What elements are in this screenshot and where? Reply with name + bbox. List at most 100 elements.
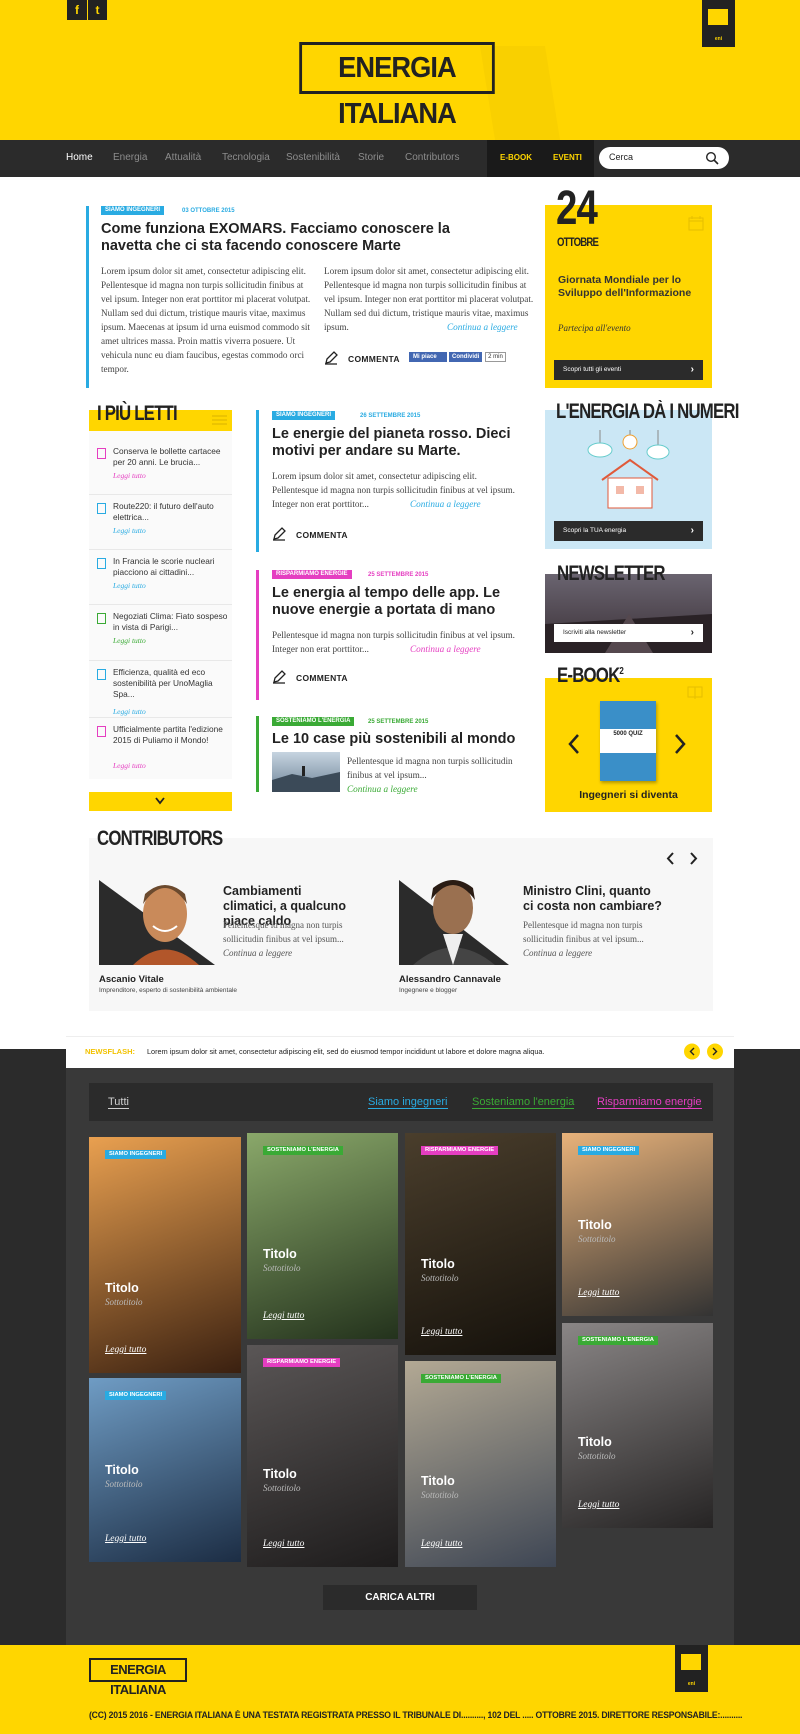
- discover-energy-button[interactable]: Scopri la TUA energia ›: [554, 521, 703, 541]
- tile-read-more-link[interactable]: Leggi tutto: [263, 1311, 304, 1321]
- nav-home[interactable]: Home: [66, 152, 93, 163]
- featured-comment-button[interactable]: COMMENTA: [348, 354, 400, 364]
- most-read-item-title[interactable]: Ufficialmente partita l'edizione 2015 di…: [113, 724, 231, 746]
- share-button[interactable]: Condividi: [449, 352, 482, 362]
- nav-eventi[interactable]: EVENTI: [553, 153, 582, 162]
- search-icon[interactable]: [705, 151, 719, 165]
- tile-title[interactable]: Titolo: [263, 1467, 297, 1481]
- most-read-item-title[interactable]: In Francia le scorie nucleari piacciono …: [113, 556, 231, 578]
- contributor-2-headline[interactable]: Ministro Clini, quanto ci costa non camb…: [523, 884, 663, 914]
- most-read-item-link[interactable]: Leggi tutto: [113, 581, 146, 590]
- archive-tile[interactable]: [247, 1133, 398, 1339]
- most-read-item-link[interactable]: Leggi tutto: [113, 471, 146, 480]
- load-more-button[interactable]: CARICA ALTRI: [323, 1585, 477, 1610]
- most-read-item-link[interactable]: Leggi tutto: [113, 761, 146, 770]
- archive-tile[interactable]: [89, 1137, 241, 1373]
- article-3-more-link[interactable]: Continua a leggere: [347, 782, 418, 796]
- article-1-title[interactable]: Le energie del pianeta rosso. Dieci moti…: [272, 426, 512, 460]
- nav-attualita[interactable]: Attualità: [165, 152, 201, 163]
- archive-tile[interactable]: [247, 1345, 398, 1567]
- tile-tag[interactable]: SIAMO INGEGNERI: [105, 1391, 167, 1400]
- ebook-caption[interactable]: Ingegneri si diventa: [545, 789, 712, 801]
- featured-more-link[interactable]: Continua a leggere: [447, 320, 518, 334]
- contributor-2-name[interactable]: Alessandro Cannavale: [399, 974, 501, 985]
- featured-title[interactable]: Come funziona EXOMARS. Facciamo conoscer…: [101, 221, 493, 255]
- footer-eni-logo[interactable]: eni: [675, 1645, 708, 1692]
- ebook-next-icon[interactable]: [674, 733, 686, 755]
- filter-tutti[interactable]: Tutti: [108, 1096, 129, 1109]
- most-read-item-title[interactable]: Efficienza, qualità ed eco sostenibilità…: [113, 667, 231, 700]
- contributor-2-photo[interactable]: [399, 864, 509, 965]
- contributor-2-more-link[interactable]: Continua a leggere: [523, 946, 592, 960]
- tile-title[interactable]: Titolo: [263, 1247, 297, 1261]
- tile-read-more-link[interactable]: Leggi tutto: [421, 1539, 462, 1549]
- archive-tile[interactable]: [562, 1323, 713, 1528]
- nav-ebook[interactable]: E-BOOK: [500, 153, 532, 162]
- tile-read-more-link[interactable]: Leggi tutto: [578, 1500, 619, 1510]
- most-read-item-link[interactable]: Leggi tutto: [113, 636, 146, 645]
- tile-title[interactable]: Titolo: [421, 1257, 455, 1271]
- event-title[interactable]: Giornata Mondiale per lo Sviluppo dell'I…: [558, 274, 704, 300]
- article-3-thumbnail[interactable]: [272, 752, 340, 792]
- nav-contributors[interactable]: Contributors: [405, 152, 459, 163]
- contributor-1-photo[interactable]: [99, 864, 215, 965]
- tile-tag[interactable]: SIAMO INGEGNERI: [578, 1146, 640, 1155]
- footer-logo[interactable]: ENERGIA ITALIANA: [89, 1658, 187, 1697]
- archive-tile[interactable]: [405, 1133, 556, 1355]
- newsflash-text[interactable]: Lorem ipsum dolor sit amet, consectetur …: [147, 1047, 607, 1056]
- tile-read-more-link[interactable]: Leggi tutto: [105, 1534, 146, 1544]
- featured-tag[interactable]: SIAMO INGEGNERI: [101, 206, 165, 215]
- eni-logo[interactable]: eni: [702, 0, 735, 47]
- chevron-down-icon[interactable]: [155, 797, 165, 805]
- most-read-item-title[interactable]: Route220: il futuro dell'auto elettrica.…: [113, 501, 231, 523]
- contributors-prev-icon[interactable]: [666, 852, 674, 865]
- nav-sostenibilita[interactable]: Sostenibilità: [286, 152, 340, 163]
- article-2-more-link[interactable]: Continua a leggere: [410, 642, 481, 656]
- nav-energia[interactable]: Energia: [113, 152, 147, 163]
- contributor-1-more-link[interactable]: Continua a leggere: [223, 946, 292, 960]
- tile-tag[interactable]: SOSTENIAMO L'ENERGIA: [578, 1336, 658, 1345]
- tile-read-more-link[interactable]: Leggi tutto: [421, 1327, 462, 1337]
- most-read-item-title[interactable]: Negoziati Clima: Fiato sospeso in vista …: [113, 611, 231, 633]
- ebook-cover[interactable]: 5000 QUIZ: [600, 701, 656, 781]
- tile-tag[interactable]: SOSTENIAMO L'ENERGIA: [421, 1374, 501, 1383]
- tile-title[interactable]: Titolo: [578, 1435, 612, 1449]
- ebook-prev-icon[interactable]: [568, 733, 580, 755]
- article-1-more-link[interactable]: Continua a leggere: [410, 497, 481, 511]
- article-1-comment-button[interactable]: COMMENTA: [296, 530, 348, 540]
- tile-tag[interactable]: SOSTENIAMO L'ENERGIA: [263, 1146, 343, 1155]
- site-logo[interactable]: ENERGIA ITALIANA: [299, 42, 495, 130]
- tile-title[interactable]: Titolo: [105, 1281, 139, 1295]
- article-3-title[interactable]: Le 10 case più sostenibili al mondo: [272, 731, 542, 748]
- newsflash-arrows[interactable]: [684, 1043, 724, 1060]
- article-2-tag[interactable]: RISPARMIAMO ENERGIE: [272, 570, 352, 579]
- all-events-button[interactable]: Scopri tutti gli eventi ›: [554, 360, 703, 380]
- most-read-item-link[interactable]: Leggi tutto: [113, 526, 146, 535]
- filter-siamo-ingegneri[interactable]: Siamo ingegneri: [368, 1096, 448, 1109]
- most-read-item-title[interactable]: Conserva le bollette cartacee per 20 ann…: [113, 446, 231, 468]
- tile-read-more-link[interactable]: Leggi tutto: [578, 1288, 619, 1298]
- tile-title[interactable]: Titolo: [421, 1474, 455, 1488]
- contributors-next-icon[interactable]: [690, 852, 698, 865]
- tile-tag[interactable]: SIAMO INGEGNERI: [105, 1150, 167, 1159]
- article-2-comment-button[interactable]: COMMENTA: [296, 673, 348, 683]
- facebook-icon[interactable]: f: [67, 0, 87, 20]
- article-2-title[interactable]: Le energia al tempo delle app. Le nuove …: [272, 585, 542, 619]
- like-button[interactable]: Mi piace: [409, 352, 447, 362]
- filter-risparmiamo-energie[interactable]: Risparmiamo energie: [597, 1096, 702, 1109]
- tile-read-more-link[interactable]: Leggi tutto: [263, 1539, 304, 1549]
- tile-read-more-link[interactable]: Leggi tutto: [105, 1345, 146, 1355]
- filter-sosteniamo-energia[interactable]: Sosteniamo l'energia: [472, 1096, 575, 1109]
- contributor-1-name[interactable]: Ascanio Vitale: [99, 974, 164, 985]
- article-1-tag[interactable]: SIAMO INGEGNERI: [272, 411, 336, 420]
- nav-tecnologia[interactable]: Tecnologia: [222, 152, 270, 163]
- tile-title[interactable]: Titolo: [578, 1218, 612, 1232]
- newsletter-signup-button[interactable]: Iscriviti alla newsletter ›: [554, 624, 703, 642]
- article-3-tag[interactable]: SOSTENIAMO L'ENERGIA: [272, 717, 355, 726]
- event-cta[interactable]: Partecipa all'evento: [558, 323, 631, 333]
- archive-tile[interactable]: [405, 1361, 556, 1567]
- twitter-icon[interactable]: t: [87, 0, 107, 20]
- tile-title[interactable]: Titolo: [105, 1463, 139, 1477]
- tile-tag[interactable]: RISPARMIAMO ENERGIE: [263, 1358, 341, 1367]
- nav-storie[interactable]: Storie: [358, 152, 384, 163]
